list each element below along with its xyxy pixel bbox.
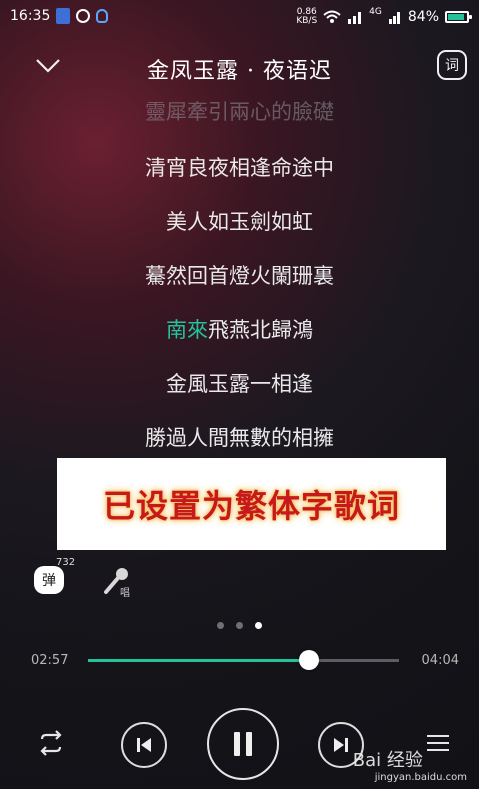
lyric-line: 金風玉露一相逢: [166, 372, 313, 396]
progress-area: 02:57 04:04: [0, 648, 479, 672]
pause-icon: [234, 732, 252, 756]
traditional-lyrics-banner: 已设置为繁体字歌词: [57, 458, 446, 550]
pause-button[interactable]: [207, 708, 279, 780]
lyric-line: 驀然回首燈火闌珊裏: [145, 264, 334, 288]
danmaku-count: 732: [56, 557, 76, 568]
watermark-brand: Bai 经验: [352, 750, 423, 771]
sing-label: 唱: [120, 588, 130, 599]
lyrics-settings-label: 词: [445, 58, 459, 74]
security-shield-icon: [56, 8, 71, 24]
page-dot-active: [255, 622, 262, 629]
status-left: 16:35: [10, 8, 109, 24]
network-speed: 0.86 KB/S: [296, 8, 317, 26]
battery-percent: 84%: [407, 9, 439, 25]
lyric-sung-part: 南來: [166, 318, 208, 342]
watermark-url: jingyan.baidu.com: [374, 772, 467, 783]
skip-next-icon: [334, 738, 348, 752]
signal-4g-icon: [388, 12, 400, 24]
danmaku-button[interactable]: 弹: [34, 566, 64, 594]
progress-fill: [88, 659, 309, 662]
player-header: 金凤玉露 · 夜语迟 词: [0, 45, 479, 85]
lyric-line: 清宵良夜相逢命途中: [145, 156, 334, 180]
song-title: 金凤玉露 · 夜语迟: [147, 59, 332, 84]
microphone-icon[interactable]: [98, 563, 136, 601]
total-time: 04:04: [421, 653, 459, 668]
status-bar: 16:35 0.86 KB/S 4G 84%: [0, 0, 479, 34]
progress-slider[interactable]: [88, 650, 399, 670]
network-speed-unit: KB/S: [296, 16, 318, 26]
lyric-line: 勝過人間無數的相擁: [145, 426, 334, 450]
danmaku-label: 弹: [42, 573, 56, 589]
page-indicator: [0, 622, 479, 629]
qq-icon: [96, 9, 109, 23]
lyrics-settings-button[interactable]: 词: [437, 50, 467, 80]
signal-icon: [348, 12, 362, 24]
current-time: 02:57: [31, 653, 69, 668]
baidu-jingyan-watermark: Bai 经验 jingyan.baidu.com: [353, 746, 467, 783]
lyric-line: 靈犀牽引兩心的臉礎: [145, 100, 334, 124]
status-time: 16:35: [10, 8, 51, 24]
skip-previous-icon: [137, 738, 151, 752]
previous-button[interactable]: [121, 722, 167, 768]
repeat-button[interactable]: [34, 726, 68, 760]
status-right: 0.86 KB/S 4G 84%: [296, 7, 472, 26]
network-4g-label: 4G: [369, 7, 382, 17]
battery-icon: [445, 11, 472, 23]
page-dot: [217, 622, 224, 629]
lyric-line: 美人如玉劍如虹: [166, 210, 313, 234]
lyric-remaining-part: 飛燕北歸鴻: [208, 318, 313, 342]
repeat-icon: [40, 730, 62, 756]
banner-text: 已设置为繁体字歌词: [102, 487, 400, 525]
lyric-line-current: 南來飛燕北歸鴻: [0, 314, 479, 344]
browser-icon: [76, 9, 91, 23]
progress-thumb[interactable]: [298, 650, 319, 670]
page-dot: [236, 622, 243, 629]
wifi-icon: [323, 10, 341, 23]
